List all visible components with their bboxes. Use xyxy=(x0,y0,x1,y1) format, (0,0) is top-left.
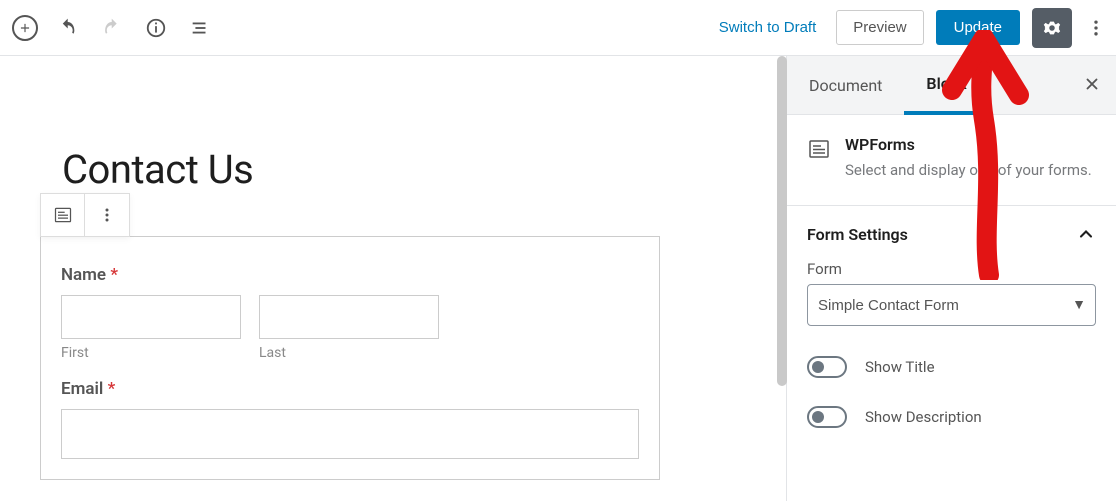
more-options-button[interactable] xyxy=(1084,10,1108,46)
first-sublabel: First xyxy=(61,345,241,361)
add-block-button[interactable] xyxy=(12,15,38,41)
settings-button[interactable] xyxy=(1032,8,1072,48)
form-preview: Name * First Last xyxy=(40,236,660,480)
redo-button[interactable] xyxy=(94,10,130,46)
gear-icon xyxy=(1041,17,1063,39)
email-label: Email * xyxy=(61,379,639,399)
show-description-toggle[interactable] xyxy=(807,406,847,428)
block-toolbar xyxy=(40,193,130,237)
outline-button[interactable] xyxy=(182,10,218,46)
block-type-icon[interactable] xyxy=(41,194,85,236)
page-title[interactable]: Contact Us xyxy=(62,146,786,193)
form-select-label: Form xyxy=(807,260,1096,278)
panel-title: Form Settings xyxy=(807,225,908,244)
block-info-title: WPForms xyxy=(845,135,1092,154)
block-info: WPForms Select and display one of your f… xyxy=(787,115,1116,206)
settings-sidebar: Document Block WPForms Select and displa… xyxy=(786,56,1116,501)
undo-button[interactable] xyxy=(50,10,86,46)
tab-document[interactable]: Document xyxy=(787,58,904,113)
form-settings-panel-header[interactable]: Form Settings xyxy=(787,206,1116,260)
switch-to-draft-button[interactable]: Switch to Draft xyxy=(711,11,825,44)
more-vertical-icon xyxy=(1086,18,1106,38)
wpforms-block[interactable]: Name * First Last xyxy=(40,193,786,480)
scrollbar[interactable] xyxy=(777,56,787,386)
workspace: Contact Us Name * xyxy=(0,56,1116,501)
block-more-button[interactable] xyxy=(85,194,129,236)
chevron-up-icon xyxy=(1076,224,1096,244)
sidebar-tabs: Document Block xyxy=(787,56,1116,115)
show-title-row: Show Title xyxy=(787,342,1116,392)
wpforms-icon xyxy=(807,137,831,161)
editor-toolbar: Switch to Draft Preview Update xyxy=(0,0,1116,56)
close-icon xyxy=(1083,75,1101,93)
required-mark: * xyxy=(108,379,116,399)
close-sidebar-button[interactable] xyxy=(1078,70,1106,98)
last-sublabel: Last xyxy=(259,345,439,361)
update-button[interactable]: Update xyxy=(936,10,1020,45)
required-mark: * xyxy=(110,265,118,285)
toolbar-left xyxy=(8,10,218,46)
more-vertical-icon xyxy=(97,205,117,225)
email-input[interactable] xyxy=(61,409,639,459)
name-field: Name * First Last xyxy=(61,265,639,361)
form-select[interactable]: Simple Contact Form xyxy=(807,284,1096,326)
show-description-row: Show Description xyxy=(787,392,1116,442)
form-settings-panel-body: Form Simple Contact Form ▼ xyxy=(787,260,1116,342)
form-icon xyxy=(53,205,73,225)
email-field: Email * xyxy=(61,379,639,459)
info-button[interactable] xyxy=(138,10,174,46)
show-title-label: Show Title xyxy=(865,358,935,376)
show-description-label: Show Description xyxy=(865,408,982,426)
tab-block[interactable]: Block xyxy=(904,56,988,115)
editor-canvas[interactable]: Contact Us Name * xyxy=(0,56,786,501)
show-title-toggle[interactable] xyxy=(807,356,847,378)
first-name-input[interactable] xyxy=(61,295,241,339)
preview-button[interactable]: Preview xyxy=(836,10,923,45)
last-name-input[interactable] xyxy=(259,295,439,339)
block-info-desc: Select and display one of your forms. xyxy=(845,160,1092,181)
toolbar-right: Switch to Draft Preview Update xyxy=(711,8,1108,48)
name-label: Name * xyxy=(61,265,639,285)
